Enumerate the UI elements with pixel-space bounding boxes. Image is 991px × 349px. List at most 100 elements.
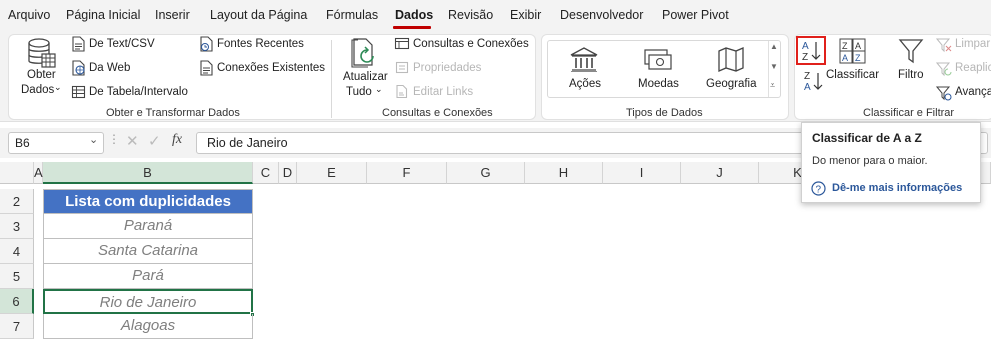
svg-text:Z: Z — [842, 41, 848, 51]
currencies-icon — [644, 49, 672, 70]
sort-az-button[interactable]: A Z — [796, 36, 826, 65]
row-header-3[interactable]: 3 — [0, 214, 34, 239]
menu-exibir[interactable]: Exibir — [510, 8, 541, 22]
enter-icon[interactable]: ✓ — [148, 132, 161, 150]
from-text-csv-button[interactable]: De Text/CSV — [89, 38, 155, 50]
menu-bar: Arquivo Página Inicial Inserir Layout da… — [0, 0, 991, 30]
gallery-up-icon[interactable]: ▲ — [770, 42, 778, 51]
row-header-7[interactable]: 7 — [0, 314, 34, 339]
ribbon-separator — [331, 40, 332, 118]
properties-button[interactable]: Propriedades — [413, 62, 481, 74]
sort-button[interactable]: Classificar — [826, 69, 879, 81]
web-icon — [72, 60, 85, 76]
reapply-icon — [936, 62, 952, 77]
cell-b5[interactable]: Pará — [43, 264, 253, 289]
database-icon — [28, 38, 56, 68]
name-box-dropdown-icon[interactable]: ⌄ — [89, 133, 98, 146]
currencies-button[interactable]: Moedas — [638, 78, 679, 90]
column-header-b[interactable]: B — [43, 162, 253, 184]
svg-text:Z: Z — [855, 53, 861, 63]
svg-text:A: A — [842, 53, 848, 63]
gallery-down-icon[interactable]: ▼ — [770, 62, 778, 71]
column-header-j[interactable]: J — [681, 162, 759, 184]
column-header-h[interactable]: H — [525, 162, 603, 184]
existing-connections-button[interactable]: Conexões Existentes — [217, 62, 325, 74]
advanced-filter-icon — [936, 86, 952, 101]
refresh-all-label-1[interactable]: Atualizar — [343, 71, 388, 83]
svg-text:A: A — [855, 41, 861, 51]
refresh-chevron-icon[interactable]: ⌄ — [375, 84, 383, 95]
row-header-2[interactable]: 2 — [0, 189, 34, 214]
svg-text:Z: Z — [802, 52, 808, 63]
cell-b7[interactable]: Alagoas — [43, 314, 253, 339]
advanced-button[interactable]: Avançado — [955, 86, 991, 98]
recent-sources-icon — [200, 36, 213, 52]
select-all-corner[interactable] — [0, 162, 34, 184]
row-header-4[interactable]: 4 — [0, 239, 34, 264]
column-header-c[interactable]: C — [253, 162, 279, 184]
text-csv-icon — [72, 36, 85, 52]
column-header-f[interactable]: F — [367, 162, 447, 184]
menu-layout-pagina[interactable]: Layout da Página — [210, 8, 307, 22]
geography-button[interactable]: Geografia — [706, 78, 757, 90]
get-data-label-2[interactable]: Dados — [21, 84, 54, 96]
refresh-all-label-2[interactable]: Tudo — [346, 86, 372, 98]
properties-icon — [395, 61, 409, 74]
menu-arquivo[interactable]: Arquivo — [8, 8, 50, 22]
cell-b2-header[interactable]: Lista com duplicidades — [43, 189, 253, 214]
row-header-6[interactable]: 6 — [0, 289, 34, 314]
column-header-a[interactable]: A — [34, 162, 43, 184]
cell-b6-selected[interactable]: Rio de Janeiro — [43, 289, 253, 314]
menu-formulas[interactable]: Fórmulas — [326, 8, 378, 22]
column-header-g[interactable]: G — [447, 162, 525, 184]
from-table-range-button[interactable]: De Tabela/Intervalo — [89, 86, 188, 98]
column-header-e[interactable]: E — [297, 162, 367, 184]
column-header-d[interactable]: D — [279, 162, 297, 184]
row-header-5[interactable]: 5 — [0, 264, 34, 289]
custom-sort-icon: Z A A Z — [839, 38, 866, 64]
help-circle-icon: ? — [811, 181, 826, 196]
svg-text:?: ? — [816, 185, 822, 196]
existing-connections-icon — [200, 60, 213, 76]
active-tab-indicator — [393, 26, 431, 29]
tooltip-description: Do menor para o maior. — [812, 155, 928, 167]
menu-inserir[interactable]: Inserir — [155, 8, 190, 22]
group-label-data-types: Tipos de Dados — [626, 107, 703, 119]
svg-text:Z: Z — [804, 71, 810, 82]
get-data-chevron-icon[interactable]: ⌄ — [54, 82, 62, 93]
reapply-button[interactable]: Reaplicar — [955, 62, 991, 74]
column-header-i[interactable]: I — [603, 162, 681, 184]
table-range-icon — [71, 85, 86, 99]
group-label-sort-filter: Classificar e Filtrar — [863, 107, 955, 119]
menu-dados[interactable]: Dados — [395, 8, 433, 22]
menu-desenvolvedor[interactable]: Desenvolvedor — [560, 8, 643, 22]
queries-connections-button[interactable]: Consultas e Conexões — [413, 38, 529, 50]
menu-power-pivot[interactable]: Power Pivot — [662, 8, 729, 22]
from-web-button[interactable]: Da Web — [89, 62, 130, 74]
geography-map-icon — [718, 47, 744, 72]
sort-tooltip: Classificar de A a Z Do menor para o mai… — [801, 122, 981, 203]
filter-button[interactable]: Filtro — [898, 69, 924, 81]
gallery-expand-icon[interactable]: ⩡ — [770, 80, 775, 91]
get-data-label-1[interactable]: Obter — [27, 69, 56, 81]
formula-bar-dots-icon: ⋮ — [108, 132, 120, 146]
insert-function-icon[interactable]: fx — [172, 132, 182, 148]
sort-az-icon: A Z — [802, 41, 821, 63]
cancel-icon[interactable]: ✕ — [126, 132, 139, 150]
group-label-queries: Consultas e Conexões — [382, 107, 493, 119]
stocks-bank-icon — [570, 47, 598, 72]
name-box-value: B6 — [15, 136, 30, 150]
menu-revisao[interactable]: Revisão — [448, 8, 493, 22]
tooltip-learn-more-link[interactable]: Dê-me mais informações — [832, 182, 962, 194]
menu-pagina-inicial[interactable]: Página Inicial — [66, 8, 140, 22]
stocks-button[interactable]: Ações — [569, 78, 601, 90]
filter-funnel-icon — [898, 39, 924, 64]
tooltip-title: Classificar de A a Z — [812, 131, 922, 145]
recent-sources-button[interactable]: Fontes Recentes — [217, 38, 304, 50]
clear-button[interactable]: Limpar — [955, 38, 990, 50]
cell-b3[interactable]: Paraná — [43, 214, 253, 239]
cell-b4[interactable]: Santa Catarina — [43, 239, 253, 264]
formula-input-value: Rio de Janeiro — [207, 136, 288, 150]
edit-links-button[interactable]: Editar Links — [413, 86, 473, 98]
sort-za-icon[interactable]: Z A — [800, 69, 826, 93]
